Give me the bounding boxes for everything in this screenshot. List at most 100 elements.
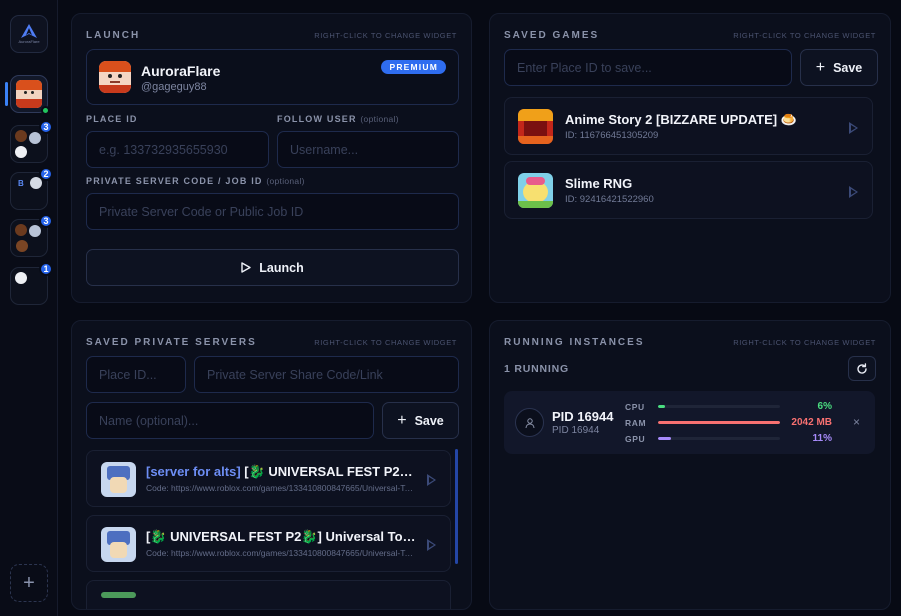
- play-icon[interactable]: [849, 122, 858, 134]
- plus-icon: +: [397, 411, 407, 429]
- server-tag: [server for alts]: [146, 464, 241, 479]
- account-group-4[interactable]: 1: [10, 262, 53, 305]
- app-logo[interactable]: AuroraFlare: [10, 15, 48, 53]
- widget-hint: RIGHT-CLICK TO CHANGE WIDGET: [733, 31, 876, 40]
- account-group-1[interactable]: 3: [10, 120, 53, 163]
- avatar: [15, 130, 27, 142]
- ram-bar: [658, 421, 780, 424]
- play-icon[interactable]: [427, 539, 436, 551]
- avatar: [29, 225, 41, 237]
- account-group-2[interactable]: B 2: [10, 167, 53, 210]
- save-button-label: Save: [833, 60, 863, 75]
- cpu-bar-fill: [658, 405, 666, 408]
- game-id: ID: 116766451305209: [565, 130, 659, 141]
- server-title: [🐉 UNIVERSAL FEST P2🐉] Universal Tower D…: [244, 464, 416, 479]
- cpu-bar: [658, 405, 780, 408]
- game-thumbnail: [518, 173, 553, 208]
- game-name: Slime RNG: [565, 176, 633, 191]
- scrollbar[interactable]: [455, 449, 458, 564]
- logo-text: AuroraFlare: [18, 39, 40, 44]
- server-name: [🐉 UNIVERSAL FEST P2🐉] Universal Tower D…: [146, 529, 416, 545]
- avatar: [29, 132, 41, 144]
- gpu-label: GPU: [625, 434, 646, 444]
- optional-note: (optional): [360, 114, 399, 124]
- user-handle: @gageguy88: [141, 81, 207, 93]
- server-thumbnail: [101, 592, 136, 598]
- plus-icon: +: [815, 58, 826, 76]
- account-count-badge: 3: [39, 120, 53, 134]
- saved-server-item[interactable]: [server for alts] [🐉 UNIVERSAL FEST P2🐉]…: [86, 450, 451, 507]
- ram-value: 2042 MB: [791, 417, 832, 428]
- widget-title: SAVED GAMES: [504, 30, 600, 41]
- running-count: 1 RUNNING: [504, 363, 569, 375]
- avatar: [16, 80, 42, 108]
- saved-server-item[interactable]: [86, 580, 451, 609]
- server-name-input[interactable]: Name (optional)...: [86, 402, 374, 439]
- close-instance-icon[interactable]: ×: [853, 415, 860, 429]
- server-share-code-input[interactable]: Private Server Share Code/Link: [194, 356, 459, 393]
- avatar: [15, 224, 27, 236]
- online-status-dot: [41, 106, 50, 115]
- instance-pid: PID 16944: [552, 409, 614, 424]
- saved-game-item[interactable]: Slime RNG ID: 92416421522960: [504, 161, 873, 219]
- widget-hint: RIGHT-CLICK TO CHANGE WIDGET: [733, 338, 876, 347]
- server-name: [server for alts] [🐉 UNIVERSAL FEST P2🐉]…: [146, 464, 416, 480]
- place-id-label: PLACE ID: [86, 114, 138, 124]
- selected-user-card[interactable]: AuroraFlare @gageguy88 PREMIUM: [86, 49, 459, 105]
- follow-user-label: FOLLOW USER (optional): [277, 114, 399, 124]
- account-count-badge: 2: [39, 167, 53, 181]
- running-instances-widget: RUNNING INSTANCES RIGHT-CLICK TO CHANGE …: [489, 320, 891, 610]
- server-place-id-input[interactable]: Place ID...: [86, 356, 186, 393]
- avatar: [15, 272, 27, 284]
- user-display-name: AuroraFlare: [141, 63, 221, 79]
- play-icon[interactable]: [849, 186, 858, 198]
- save-place-id-input[interactable]: Enter Place ID to save...: [504, 49, 792, 86]
- refresh-icon: [857, 362, 867, 374]
- widget-hint: RIGHT-CLICK TO CHANGE WIDGET: [314, 31, 457, 40]
- launch-button[interactable]: Launch: [86, 249, 459, 286]
- private-server-label-text: PRIVATE SERVER CODE / JOB ID: [86, 176, 263, 186]
- saved-server-item[interactable]: [🐉 UNIVERSAL FEST P2🐉] Universal Tower D…: [86, 515, 451, 572]
- active-account-indicator: [5, 82, 8, 106]
- launch-widget: LAUNCH RIGHT-CLICK TO CHANGE WIDGET Auro…: [71, 13, 472, 303]
- saved-private-servers-widget: SAVED PRIVATE SERVERS RIGHT-CLICK TO CHA…: [71, 320, 472, 610]
- widget-title: RUNNING INSTANCES: [504, 337, 645, 348]
- instance-row[interactable]: PID 16944 PID 16944 CPU 6% RAM 2042 MB G…: [504, 391, 875, 454]
- gpu-value: 11%: [812, 433, 832, 444]
- avatar: [15, 146, 27, 158]
- aurora-logo-icon: [21, 24, 37, 38]
- account-aurora-flare[interactable]: [10, 75, 50, 115]
- server-thumbnail: [101, 527, 136, 562]
- saved-game-item[interactable]: Anime Story 2 [BIZZARE UPDATE] 🍮 ID: 116…: [504, 97, 873, 155]
- game-thumbnail: [518, 109, 553, 144]
- user-placeholder-icon: [515, 408, 544, 437]
- game-id: ID: 92416421522960: [565, 194, 654, 205]
- ram-bar-fill: [658, 421, 780, 424]
- saved-games-widget: SAVED GAMES RIGHT-CLICK TO CHANGE WIDGET…: [489, 13, 891, 303]
- gpu-bar: [658, 437, 780, 440]
- refresh-button[interactable]: [848, 356, 876, 381]
- save-button-label: Save: [414, 413, 444, 428]
- add-account-button[interactable]: +: [10, 564, 48, 602]
- optional-note: (optional): [266, 176, 305, 186]
- place-id-label-text: PLACE ID: [86, 114, 138, 124]
- gpu-bar-fill: [658, 437, 672, 440]
- private-server-input[interactable]: Private Server Code or Public Job ID: [86, 193, 459, 230]
- save-game-button[interactable]: + Save: [800, 49, 878, 86]
- follow-user-label-text: FOLLOW USER: [277, 114, 357, 124]
- launch-button-label: Launch: [259, 260, 304, 275]
- save-server-button[interactable]: + Save: [382, 402, 459, 439]
- play-icon[interactable]: [427, 474, 436, 486]
- play-icon: [241, 262, 251, 273]
- account-group-3[interactable]: 3: [10, 214, 53, 257]
- avatar: [16, 240, 28, 252]
- server-code: Code: https://www.roblox.com/games/13341…: [146, 548, 416, 558]
- instance-subtitle: PID 16944: [552, 425, 600, 436]
- follow-user-input[interactable]: Username...: [277, 131, 459, 168]
- widget-title: LAUNCH: [86, 30, 141, 41]
- account-count-badge: 1: [39, 262, 53, 276]
- server-title: [🐉 UNIVERSAL FEST P2🐉] Universal Tower D…: [146, 529, 416, 544]
- account-initial: B: [18, 179, 24, 188]
- place-id-input[interactable]: e.g. 133732935655930: [86, 131, 269, 168]
- widget-title: SAVED PRIVATE SERVERS: [86, 337, 257, 348]
